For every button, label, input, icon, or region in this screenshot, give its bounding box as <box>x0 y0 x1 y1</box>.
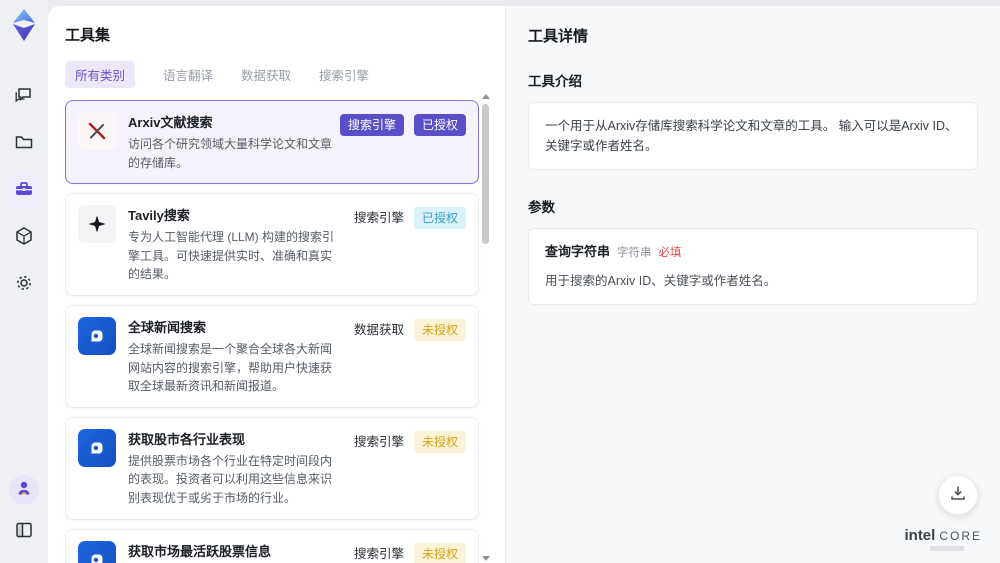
sidebar-item-settings[interactable] <box>7 268 41 302</box>
tavily-star-icon <box>78 205 116 244</box>
tool-name: 获取股市各行业表现 <box>128 431 246 447</box>
category-label: 数据获取 <box>353 322 404 337</box>
user-icon <box>15 479 33 502</box>
tool-card-active-stocks[interactable]: 获取市场最活跃股票信息 提供当天交易量最高的股票列表，投资者可以利用这些信息来识… <box>65 528 479 563</box>
app-sidebar <box>0 0 48 563</box>
scrollbar-thumb[interactable] <box>482 104 489 244</box>
download-button[interactable] <box>938 475 978 515</box>
tab-all-categories[interactable]: 所有类别 <box>65 61 136 88</box>
download-icon <box>948 483 968 508</box>
tool-desc: 专为人工智能代理 (LLM) 构建的搜索引擎工具。可快速提供实时、准确和真实的结… <box>128 230 335 282</box>
sidebar-item-tools[interactable] <box>7 174 41 208</box>
param-card: 查询字符串 字符串 必填 用于搜索的Arxiv ID、关键字或作者姓名。 <box>528 228 978 305</box>
scroll-down-icon[interactable] <box>482 556 490 561</box>
sidebar-item-collapse[interactable] <box>7 515 41 549</box>
core-wordmark: CORE <box>939 529 982 543</box>
intel-core-logo: intel CORE <box>904 528 982 551</box>
status-badge: 未授权 <box>413 542 466 563</box>
status-badge: 已授权 <box>413 114 466 136</box>
tool-desc: 全球新闻搜索是一个聚合全球各大新闻网站内容的搜索引擎，帮助用户快速获取全球最新资… <box>128 341 333 394</box>
status-badge: 未授权 <box>413 430 466 453</box>
category-tabs: 所有类别 语言翻译 数据获取 搜索引擎 <box>65 61 505 88</box>
tool-desc: 访问各个研究领域大量科学论文和文章的存储库。 <box>128 137 333 170</box>
chat-icon <box>13 84 35 111</box>
category-badge: 搜索引擎 <box>339 114 404 136</box>
stock-logo-icon <box>78 428 116 467</box>
tool-name: Arxiv文献搜索 <box>128 115 213 130</box>
param-desc: 用于搜索的Arxiv ID、关键字或作者姓名。 <box>545 273 777 288</box>
params-heading: 参数 <box>528 200 555 215</box>
param-name: 查询字符串 <box>545 244 611 259</box>
arxiv-logo-icon <box>78 112 116 150</box>
sidebar-item-packages[interactable] <box>7 221 41 255</box>
tab-language-translation[interactable]: 语言翻译 <box>163 61 213 88</box>
tool-list: Arxiv文献搜索 访问各个研究领域大量科学论文和文章的存储库。 搜索引擎 已授… <box>65 100 479 563</box>
status-badge: 已授权 <box>413 207 466 230</box>
tab-search-engine[interactable]: 搜索引擎 <box>319 61 369 88</box>
panel-layout-icon <box>13 519 35 546</box>
intel-sub-badge <box>930 546 965 551</box>
tool-card-global-news[interactable]: 全球新闻搜索 全球新闻搜索是一个聚合全球各大新闻网站内容的搜索引擎，帮助用户快速… <box>65 304 479 408</box>
tool-name: 获取市场最活跃股票信息 <box>128 543 272 559</box>
sidebar-item-chat[interactable] <box>7 80 41 114</box>
tool-name: Tavily搜索 <box>128 208 190 224</box>
intro-heading: 工具介绍 <box>528 74 582 89</box>
main-content: 工具集 所有类别 语言翻译 数据获取 搜索引擎 Arxiv文献搜索 访问各个研究… <box>48 6 1000 563</box>
toolbox-icon <box>13 178 35 205</box>
sidebar-item-files[interactable] <box>7 127 41 161</box>
tool-detail-panel: 工具详情 工具介绍 一个用于从Arxiv存储库搜索科学论文和文章的工具。 输入可… <box>505 6 1000 563</box>
intro-card: 一个用于从Arxiv存储库搜索科学论文和文章的工具。 输入可以是Arxiv ID… <box>528 102 978 170</box>
page-title: 工具集 <box>65 27 111 44</box>
tools-list-panel: 工具集 所有类别 语言翻译 数据获取 搜索引擎 Arxiv文献搜索 访问各个研究… <box>48 6 505 563</box>
list-scrollbar[interactable] <box>481 94 491 561</box>
param-type: 字符串 <box>617 247 652 259</box>
folder-icon <box>13 131 35 158</box>
tool-card-tavily[interactable]: Tavily搜索 专为人工智能代理 (LLM) 构建的搜索引擎工具。可快速提供实… <box>65 193 479 296</box>
app-logo-icon <box>8 8 40 42</box>
detail-title: 工具详情 <box>528 28 589 45</box>
news-logo-icon <box>78 316 116 355</box>
category-label: 搜索引擎 <box>353 546 404 561</box>
tab-data-fetch[interactable]: 数据获取 <box>241 61 291 88</box>
param-required-flag: 必填 <box>658 247 682 259</box>
stock-logo-icon <box>78 540 116 563</box>
tool-desc: 提供股票市场各个行业在特定时间段内的表现。投资者可以利用这些信息来识别表现优于或… <box>128 453 333 505</box>
category-label: 搜索引擎 <box>353 434 404 449</box>
scroll-up-icon[interactable] <box>482 94 490 99</box>
tool-card-arxiv[interactable]: Arxiv文献搜索 访问各个研究领域大量科学论文和文章的存储库。 搜索引擎 已授… <box>65 100 479 185</box>
intel-wordmark: intel <box>904 527 936 544</box>
intro-text: 一个用于从Arxiv存储库搜索科学论文和文章的工具。 输入可以是Arxiv ID… <box>545 119 958 153</box>
cube-icon <box>13 225 35 252</box>
sidebar-item-user[interactable] <box>9 475 39 505</box>
tool-card-sector-performance[interactable]: 获取股市各行业表现 提供股票市场各个行业在特定时间段内的表现。投资者可以利用这些… <box>65 416 479 520</box>
category-label: 搜索引擎 <box>353 211 404 226</box>
status-badge: 未授权 <box>413 318 466 341</box>
tool-name: 全球新闻搜索 <box>128 319 207 335</box>
gear-icon <box>13 272 35 299</box>
